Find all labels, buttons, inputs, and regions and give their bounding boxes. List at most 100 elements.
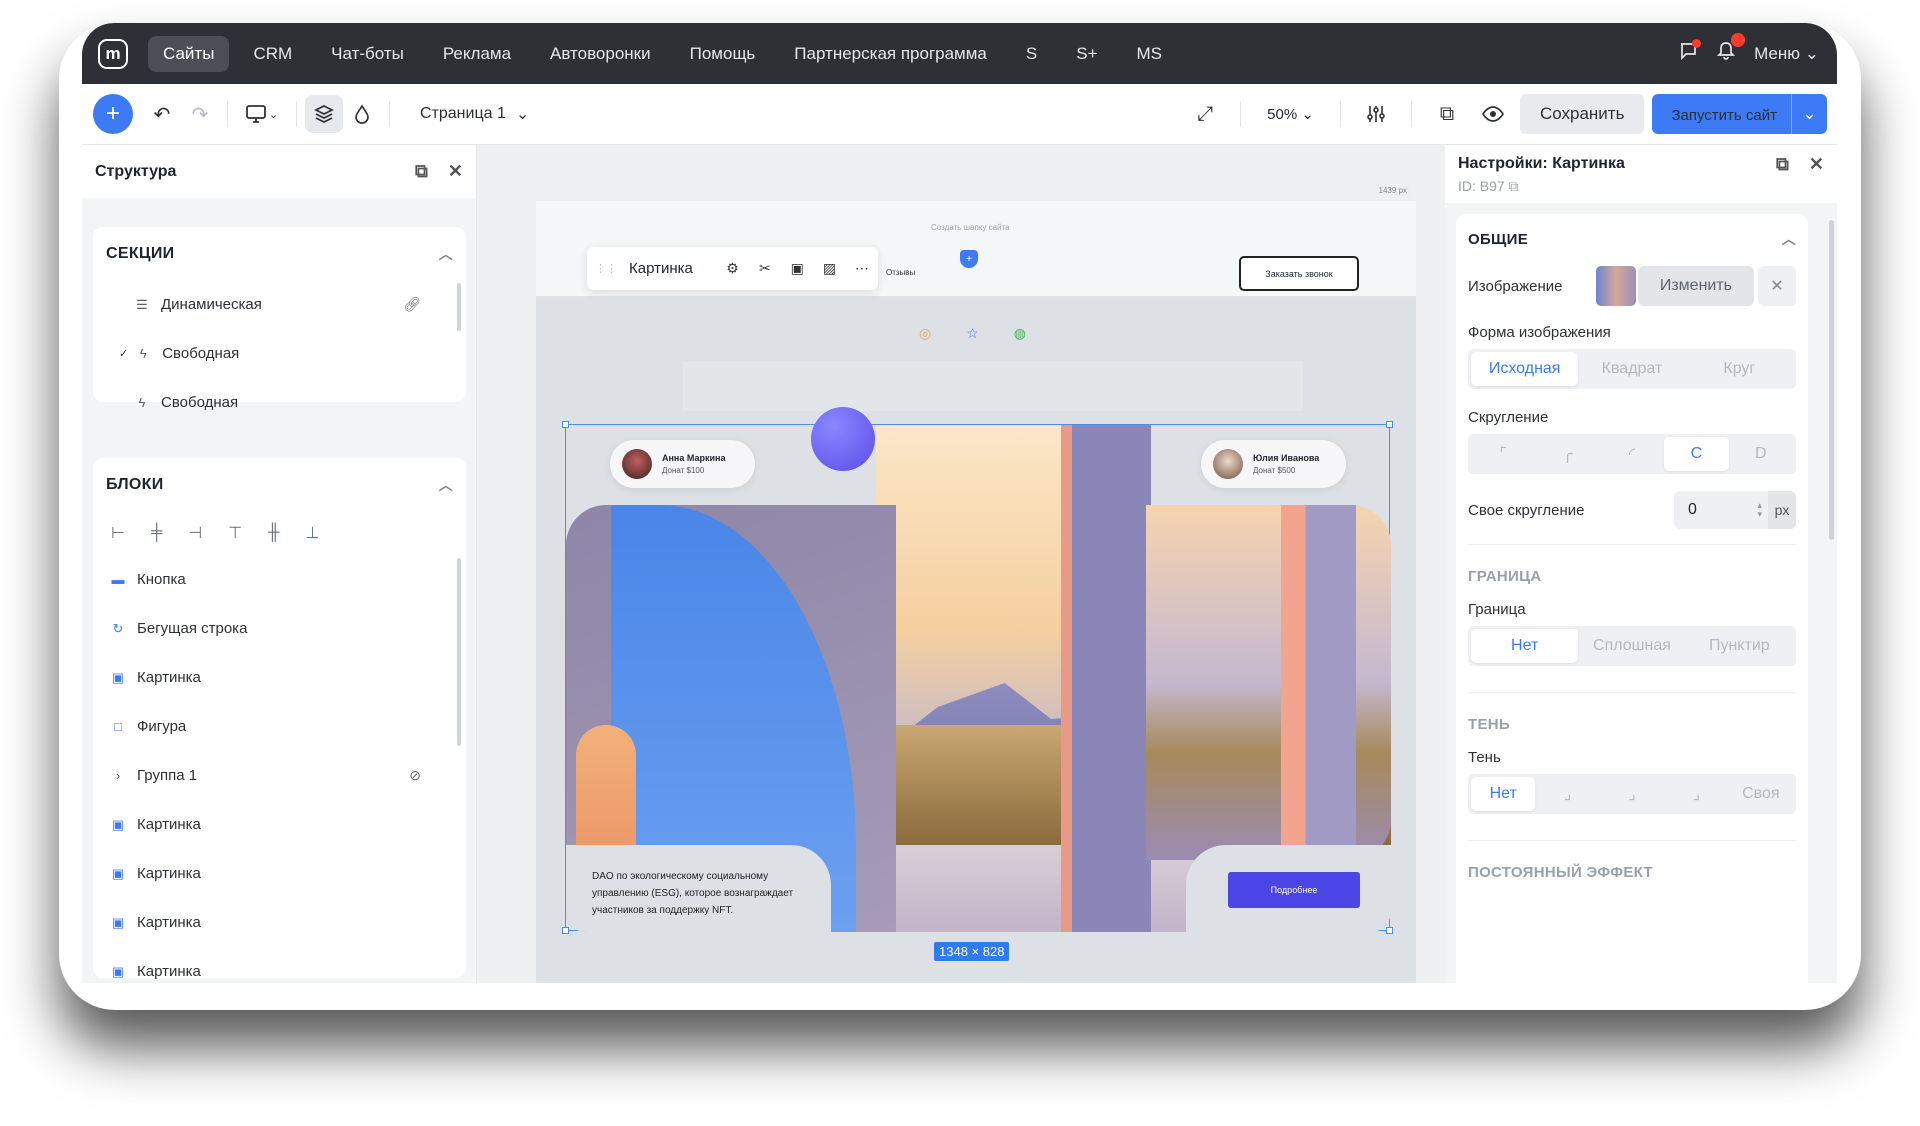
expand-icon[interactable]: ⤢ [1186, 95, 1224, 133]
nav-item-sites[interactable]: Сайты [148, 35, 230, 72]
hero-image[interactable] [566, 425, 1391, 932]
copy-icon[interactable]: ⧉ [415, 161, 428, 182]
align-bottom-icon[interactable]: ⊥ [306, 523, 320, 543]
shadow-option-custom[interactable]: Своя [1729, 777, 1793, 811]
section-item[interactable]: ✓ ϟ Свободная [93, 329, 466, 378]
crop-icon[interactable]: ✂ [749, 260, 781, 277]
align-top-icon[interactable]: ⊤ [228, 523, 242, 543]
align-center-h-icon[interactable]: ╪ [151, 524, 162, 542]
image-replace-icon[interactable]: ▨ [813, 260, 845, 277]
page-selector[interactable]: Страница 1 ⌄ [420, 104, 529, 124]
selected-image-frame[interactable]: Анна Маркина Донат $100 Юлия Иванова Донат… [562, 407, 1393, 934]
copy-icon[interactable]: ⧉ [1776, 154, 1789, 175]
chat-icon[interactable] [1678, 39, 1702, 66]
align-left-icon[interactable]: ⊢ [111, 523, 125, 543]
shape-option-original[interactable]: Исходная [1471, 352, 1579, 386]
color-drop-icon[interactable] [343, 95, 381, 133]
hidden-icon[interactable]: ⊘ [409, 767, 421, 784]
block-item[interactable]: ▣ Картинка [93, 653, 466, 702]
block-item[interactable]: ▣ Картинка [93, 800, 466, 849]
settings-icon[interactable]: ⚙ [716, 260, 748, 277]
save-button[interactable]: Сохранить [1519, 94, 1645, 134]
redo-icon[interactable]: ↷ [181, 95, 219, 133]
eye-icon[interactable] [1474, 95, 1512, 133]
shadow-heading: ТЕНЬ [1468, 715, 1510, 733]
close-icon[interactable]: ✕ [448, 161, 463, 182]
chevron-down-icon[interactable]: ⌄ [1791, 94, 1827, 134]
rounding-medium-icon[interactable]: ◜ [1600, 437, 1664, 471]
create-header-link[interactable]: Создать шапку сайта [931, 223, 1010, 232]
nav-item-chatbots[interactable]: Чат-боты [316, 36, 419, 72]
undo-icon[interactable]: ↶ [143, 95, 181, 133]
link-icon[interactable]: 🔗︎ [403, 296, 421, 313]
block-item[interactable]: ▣ Картинка [93, 947, 466, 983]
shadow-large-icon[interactable]: ⌟ [1664, 777, 1728, 811]
nav-item-autofunnels[interactable]: Автоворонки [535, 36, 666, 72]
chevron-up-icon[interactable]: ︿ [439, 475, 453, 495]
editor-canvas[interactable]: 1439 px Создать шапку сайта + Отзывы Зак… [477, 145, 1445, 983]
image-icon: ▣ [111, 669, 125, 685]
menu-button[interactable]: Меню ⌄ [1754, 44, 1819, 64]
block-item[interactable]: ↻ Бегущая строка [93, 604, 466, 653]
external-link-icon[interactable]: ⧉ [1428, 95, 1466, 133]
donor-card: Анна Маркина Донат $100 [610, 440, 755, 488]
image-icon: ▣ [111, 816, 125, 832]
border-option-dashed[interactable]: Пунктир [1686, 629, 1793, 663]
block-item[interactable]: □ Фигура [93, 702, 466, 751]
block-item[interactable]: › Группа 1 ⊘ [93, 751, 466, 800]
align-right-icon[interactable]: ⊣ [188, 523, 202, 543]
block-item[interactable]: ▣ Картинка [93, 898, 466, 947]
border-option-none[interactable]: Нет [1471, 629, 1579, 663]
more-button[interactable]: Подробнее [1228, 872, 1360, 908]
nav-item-partner[interactable]: Партнерская программа [779, 36, 1002, 72]
shadow-small-icon[interactable]: ⌟ [1535, 777, 1599, 811]
rounding-option-d[interactable]: D [1729, 437, 1793, 471]
custom-rounding-input[interactable]: 0 ▴ ▾ [1674, 491, 1768, 529]
nav-item-s-plus[interactable]: S+ [1061, 36, 1112, 72]
chevron-right-icon[interactable]: › [109, 768, 127, 783]
nav-item-ms[interactable]: MS [1122, 36, 1178, 72]
bell-icon[interactable] [1716, 33, 1746, 66]
block-item[interactable]: ▣ Картинка [93, 849, 466, 898]
chevron-down-icon: ⌄ [1804, 43, 1819, 63]
stepper-icon[interactable]: ▴ ▾ [1757, 501, 1762, 519]
button-block-icon: ▬ [111, 572, 125, 587]
chevron-up-icon[interactable]: ︿ [439, 244, 453, 264]
rounding-none-icon[interactable]: ⌜ [1471, 437, 1535, 471]
reviews-link[interactable]: Отзывы [886, 268, 915, 277]
section-item[interactable]: ☰ Динамическая 🔗︎ [93, 280, 466, 329]
remove-image-icon[interactable]: ✕ [1758, 266, 1796, 306]
sections-heading: СЕКЦИИ [106, 244, 175, 262]
chevron-up-icon[interactable]: ︿ [1782, 229, 1796, 249]
section-item[interactable]: ϟ Свободная [93, 378, 466, 427]
shape-option-square[interactable]: Квадрат [1578, 352, 1685, 386]
nav-item-ads[interactable]: Реклама [428, 36, 526, 72]
launch-site-button[interactable]: Запустить сайт ⌄ [1652, 94, 1827, 134]
shadow-option-none[interactable]: Нет [1471, 777, 1536, 811]
desktop-view-icon[interactable]: ⌄ [236, 95, 288, 133]
order-call-button[interactable]: Заказать звонок [1239, 256, 1359, 291]
nav-item-help[interactable]: Помощь [675, 36, 771, 72]
nav-item-crm[interactable]: CRM [238, 36, 307, 72]
more-icon[interactable]: ⋯ [846, 260, 878, 277]
image-edit-icon[interactable]: ▣ [781, 260, 813, 277]
change-image-button[interactable]: Изменить [1637, 266, 1754, 306]
editor-toolbar: + ↶ ↷ ⌄ Страница 1 ⌄ ⤢ 50% ⌄ ⧉ Сохранить… [82, 84, 1837, 145]
add-element-button[interactable]: + [93, 94, 133, 134]
layers-icon[interactable] [305, 95, 343, 133]
shadow-medium-icon[interactable]: ⌟ [1600, 777, 1664, 811]
rounding-small-icon[interactable]: ╭ [1535, 437, 1599, 471]
adjustments-icon[interactable] [1357, 95, 1395, 133]
drag-handle-icon[interactable]: ⋮⋮ [595, 262, 617, 275]
zoom-selector[interactable]: 50% ⌄ [1257, 105, 1324, 123]
logo-icon[interactable]: m [98, 38, 128, 69]
copy-id-icon[interactable]: ⧉ [1509, 178, 1519, 194]
border-option-solid[interactable]: Сплошная [1578, 629, 1685, 663]
nav-item-s[interactable]: S [1011, 36, 1052, 72]
align-middle-icon[interactable]: ╫ [268, 524, 279, 542]
rounding-option-c[interactable]: C [1664, 437, 1729, 471]
close-icon[interactable]: ✕ [1809, 154, 1824, 175]
scrollbar[interactable] [1829, 220, 1834, 540]
shape-option-circle[interactable]: Круг [1686, 352, 1793, 386]
block-item[interactable]: ▬ Кнопка [93, 555, 466, 604]
